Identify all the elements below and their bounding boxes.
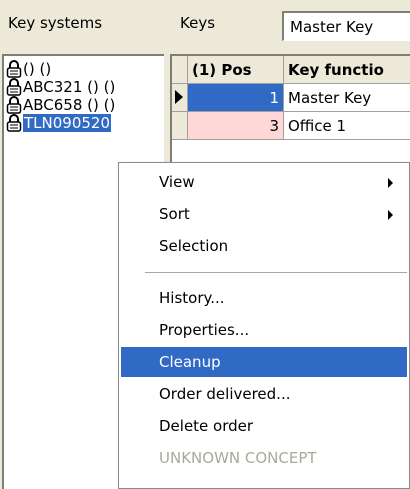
tree-item[interactable]: () (): [6, 59, 51, 79]
context-menu: View Sort Selection History... Propertie…: [118, 162, 410, 489]
tree-item[interactable]: ABC658 () (): [6, 95, 115, 115]
menu-item-history[interactable]: History...: [121, 283, 407, 313]
lock-icon: [6, 96, 22, 114]
column-header-pos[interactable]: (1) Pos: [188, 56, 284, 84]
menu-item-label: Delete order: [159, 417, 254, 435]
current-row-arrow-icon: [175, 90, 183, 104]
tree-item-label: () (): [23, 60, 52, 78]
lock-icon: [6, 60, 22, 78]
table-cell-pos[interactable]: 1: [188, 84, 284, 112]
menu-item-label: Properties...: [159, 321, 250, 339]
menu-item-label: History...: [159, 289, 225, 307]
row-indicator[interactable]: [172, 112, 188, 140]
tree-item-label: ABC658 () (): [23, 96, 116, 114]
lock-icon: [6, 78, 22, 96]
tree-item-label: TLN090520: [23, 114, 112, 132]
menu-item-view[interactable]: View: [121, 167, 407, 197]
submenu-arrow-icon: [388, 178, 393, 188]
row-indicator[interactable]: [172, 84, 188, 112]
menu-item-cleanup[interactable]: Cleanup: [121, 347, 407, 377]
column-header-key-function[interactable]: Key functio: [284, 56, 410, 84]
menu-item-sort[interactable]: Sort: [121, 199, 407, 229]
menu-item-unknown-concept: UNKNOWN CONCEPT: [121, 443, 407, 473]
menu-item-label: Cleanup: [159, 353, 221, 371]
key-dropdown[interactable]: Master Key: [282, 11, 410, 41]
menu-item-label: UNKNOWN CONCEPT: [159, 449, 317, 467]
menu-item-label: View: [159, 173, 195, 191]
tree-item-label: ABC321 () (): [23, 78, 116, 96]
menu-item-label: Order delivered...: [159, 385, 291, 403]
table-cell-function[interactable]: Master Key: [284, 84, 410, 112]
menu-item-label: Selection: [159, 237, 229, 255]
menu-item-properties[interactable]: Properties...: [121, 315, 407, 345]
tree-item[interactable]: ABC321 () (): [6, 77, 115, 97]
table-cell-pos[interactable]: 3: [188, 112, 284, 140]
tree-item-selected[interactable]: TLN090520: [6, 113, 112, 133]
lock-icon: [6, 114, 22, 132]
menu-item-selection[interactable]: Selection: [121, 231, 407, 261]
table-cell-function[interactable]: Office 1: [284, 112, 410, 140]
submenu-arrow-icon: [388, 210, 393, 220]
tab-keys[interactable]: Keys: [180, 14, 215, 32]
menu-item-label: Sort: [159, 205, 190, 223]
grid-corner: [172, 56, 188, 84]
tab-key-systems[interactable]: Key systems: [8, 14, 102, 32]
menu-item-order-delivered[interactable]: Order delivered...: [121, 379, 407, 409]
menu-separator: [145, 272, 407, 274]
menu-item-delete-order[interactable]: Delete order: [121, 411, 407, 441]
